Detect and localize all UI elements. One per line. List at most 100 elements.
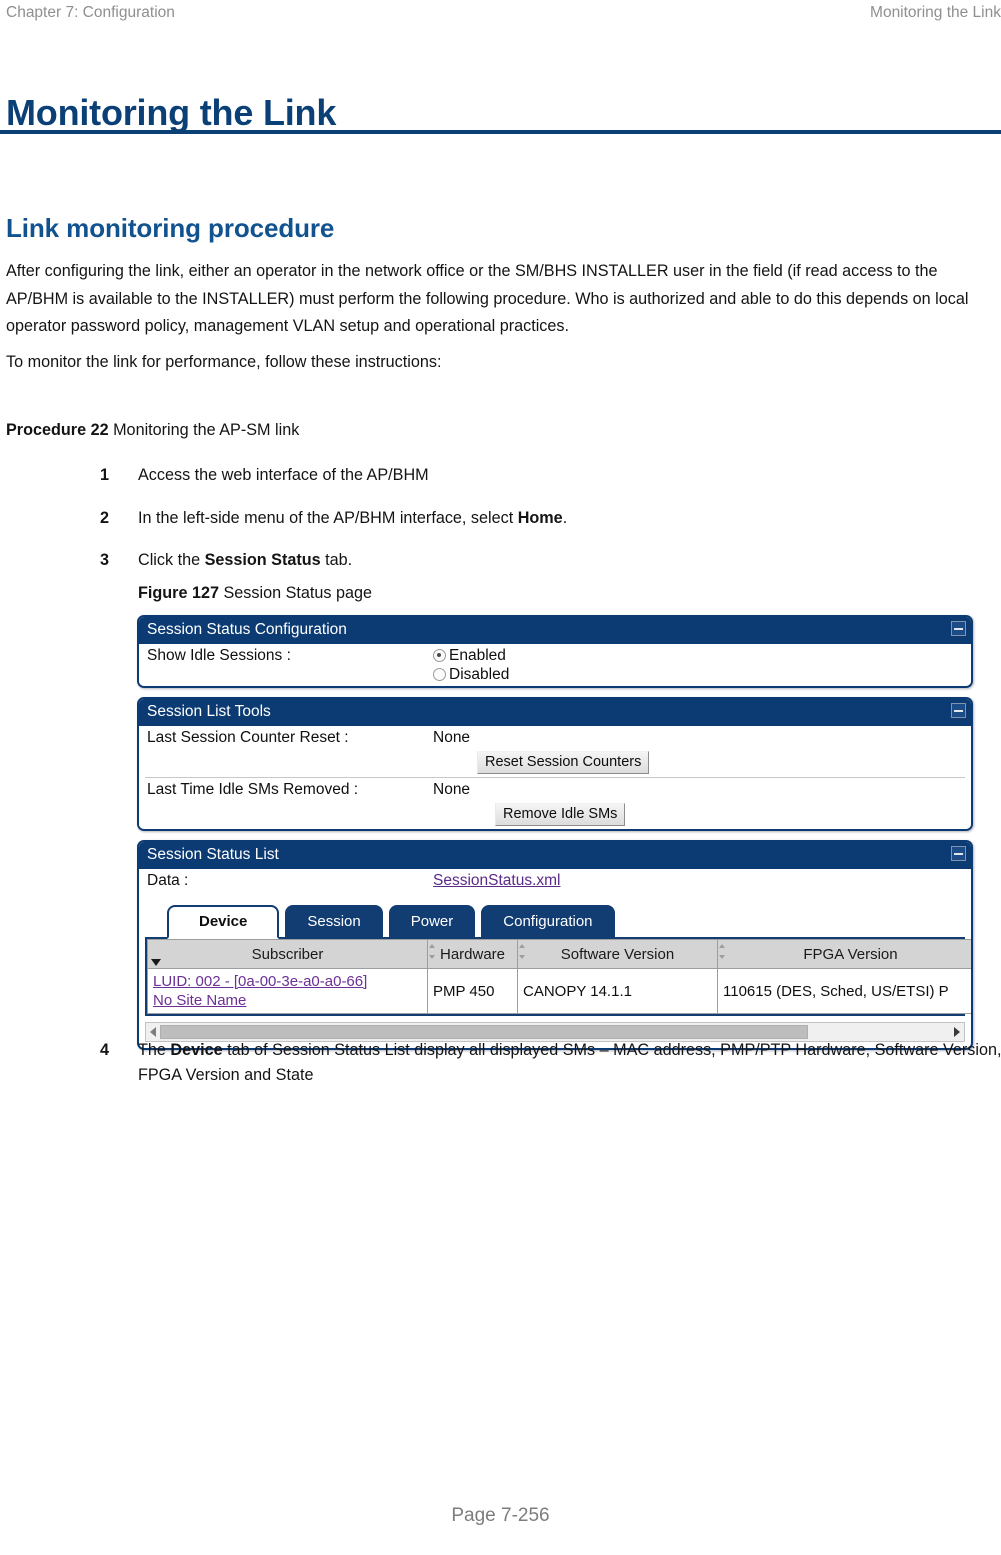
sort-descending-arrow-icon[interactable] [151, 959, 161, 966]
figure-number: Figure 127 [138, 584, 219, 602]
row-show-idle-sessions: Show Idle Sessions : Enabled Disabled [139, 644, 971, 686]
page-footer: Page 7-256 [451, 1505, 550, 1526]
radio-group-show-idle-sessions: Enabled Disabled [433, 646, 971, 684]
column-resize-handle-icon[interactable] [429, 943, 436, 960]
step-4-number: 4 [100, 1041, 110, 1059]
value-last-time-idle-sms-removed: None [433, 781, 471, 798]
panel-title-session-list-tools: Session List Tools [147, 703, 271, 720]
paragraph-1: After configuring the link, either an op… [6, 262, 969, 335]
label-last-time-idle-sms-removed: Last Time Idle SMs Removed : [147, 781, 359, 798]
radio-option-disabled[interactable]: Disabled [433, 665, 971, 684]
radio-option-enabled[interactable]: Enabled [433, 646, 971, 665]
value-last-session-counter-reset: None [433, 729, 471, 746]
step-2: 2 In the left-side menu of the AP/BHM in… [100, 506, 1001, 531]
session-status-list-tabs: Device Session Power Configuration [139, 893, 971, 939]
label-last-session-counter-reset: Last Session Counter Reset : [147, 729, 349, 746]
step-3-text-before: Click the [138, 551, 205, 569]
tab-session[interactable]: Session [285, 905, 383, 937]
paragraph-2: To monitor the link for performance, fol… [6, 352, 442, 371]
figure-title: Session Status page [218, 584, 372, 602]
panel-body-session-status-configuration: Show Idle Sessions : Enabled Disabled [139, 644, 971, 686]
column-header-fpga-version[interactable]: FPGA Version [717, 939, 971, 969]
title-rule [0, 130, 1001, 134]
panel-body-session-status-list: Data : SessionStatus.xml Device Session … [139, 869, 971, 1042]
step-2-text-bold: Home [517, 509, 563, 527]
panel-header-session-status-list: Session Status List [139, 842, 971, 869]
column-resize-handle-icon[interactable] [519, 943, 526, 960]
tab-power[interactable]: Power [388, 905, 476, 937]
tab-configuration[interactable]: Configuration [481, 905, 615, 937]
cell-fpga-version: 110615 (DES, Sched, US/ETSI) P [717, 968, 971, 1014]
tab-device[interactable]: Device [167, 905, 280, 939]
cell-software-version: CANOPY 14.1.1 [517, 968, 718, 1014]
table-header-row: Subscriber Hardware Software Version FPG… [147, 939, 971, 969]
sessionstatus-xml-link[interactable]: SessionStatus.xml [433, 872, 561, 889]
session-status-table: Subscriber Hardware Software Version FPG… [147, 939, 971, 1014]
radio-enabled-indicator[interactable] [433, 649, 446, 662]
step-1-text-before: Access the web interface of the AP/BHM [138, 466, 429, 484]
minus-icon[interactable] [951, 846, 966, 861]
column-header-software-version[interactable]: Software Version [517, 939, 718, 969]
row-remove-idle-sms-button: Remove Idle SMs [139, 802, 971, 829]
figure-127-screenshot: Session Status Configuration Show Idle S… [137, 615, 973, 1059]
column-header-fpga-version-label: FPGA Version [803, 945, 898, 963]
panel-title-session-status-configuration: Session Status Configuration [147, 621, 347, 638]
column-header-hardware[interactable]: Hardware [427, 939, 518, 969]
section-heading: Link monitoring procedure [6, 212, 335, 243]
step-4: 4 The Device tab of Session Status List … [100, 1038, 1001, 1088]
scrollbar-thumb[interactable] [160, 1025, 808, 1039]
column-header-hardware-label: Hardware [439, 945, 506, 963]
cell-hardware: PMP 450 [427, 968, 518, 1014]
step-1-text: Access the web interface of the AP/BHM [138, 463, 1001, 488]
step-3-text-after: tab. [320, 551, 353, 569]
panel-body-session-list-tools: Last Session Counter Reset : None Reset … [139, 726, 971, 829]
label-data: Data : [147, 872, 189, 889]
step-3-text: Click the Session Status tab. [138, 548, 1001, 573]
step-3: 3 Click the Session Status tab. [100, 548, 1001, 573]
step-4-text-after: tab of Session Status List display all d… [138, 1041, 1001, 1084]
panel-session-list-tools: Session List Tools Last Session Counter … [137, 697, 973, 831]
step-4-text: The Device tab of Session Status List di… [138, 1038, 1001, 1088]
radio-disabled-label: Disabled [449, 666, 510, 683]
column-header-subscriber-label: Subscriber [251, 945, 324, 963]
panel-title-session-status-list: Session Status List [147, 846, 279, 863]
reset-session-counters-button[interactable]: Reset Session Counters [477, 751, 650, 774]
running-header-chapter: Chapter 7: Configuration [6, 4, 175, 21]
arrow-left-icon[interactable] [150, 1027, 156, 1037]
panel-header-session-list-tools: Session List Tools [139, 699, 971, 726]
row-last-time-idle-sms-removed: Last Time Idle SMs Removed : None [139, 778, 971, 802]
step-4-text-bold: Device [170, 1041, 223, 1059]
step-2-number: 2 [100, 509, 110, 527]
minus-icon[interactable] [951, 621, 966, 636]
step-1-number: 1 [100, 466, 110, 484]
panel-session-status-list: Session Status List Data : SessionStatus… [137, 840, 973, 1050]
row-data: Data : SessionStatus.xml [139, 869, 971, 893]
row-reset-session-counters-button: Reset Session Counters [139, 750, 971, 777]
step-2-text-after: . [562, 509, 568, 527]
radio-disabled-indicator[interactable] [433, 668, 446, 681]
table-row: LUID: 002 - [0a-00-3e-a0-a0-66] No Site … [147, 968, 971, 1014]
column-header-software-version-label: Software Version [560, 945, 675, 963]
column-header-subscriber[interactable]: Subscriber [147, 939, 428, 969]
procedure-label: Procedure 22 Monitoring the AP-SM link [6, 418, 299, 442]
minus-icon[interactable] [951, 703, 966, 718]
cell-subscriber: LUID: 002 - [0a-00-3e-a0-a0-66] No Site … [147, 968, 428, 1014]
step-3-number: 3 [100, 551, 110, 569]
radio-enabled-label: Enabled [449, 647, 506, 664]
subscriber-site-name-link[interactable]: No Site Name [153, 991, 422, 1010]
body-text: After configuring the link, either an op… [6, 258, 976, 376]
step-3-text-bold: Session Status [204, 551, 321, 569]
remove-idle-sms-button[interactable]: Remove Idle SMs [495, 803, 626, 826]
page-title: Monitoring the Link [6, 92, 337, 134]
running-header: Chapter 7: Configuration Monitoring the … [0, 0, 1001, 26]
column-resize-handle-icon[interactable] [719, 943, 726, 960]
subscriber-luid-link[interactable]: LUID: 002 - [0a-00-3e-a0-a0-66] [153, 972, 422, 991]
row-last-session-counter-reset: Last Session Counter Reset : None [139, 726, 971, 750]
arrow-right-icon[interactable] [954, 1027, 960, 1037]
panel-session-status-configuration: Session Status Configuration Show Idle S… [137, 615, 973, 688]
step-2-text-before: In the left-side menu of the AP/BHM inte… [138, 509, 518, 527]
step-2-text: In the left-side menu of the AP/BHM inte… [138, 506, 1001, 531]
procedure-title: Monitoring the AP-SM link [108, 421, 300, 439]
step-1: 1 Access the web interface of the AP/BHM [100, 463, 1001, 488]
figure-caption: Figure 127 Session Status page [138, 581, 372, 605]
